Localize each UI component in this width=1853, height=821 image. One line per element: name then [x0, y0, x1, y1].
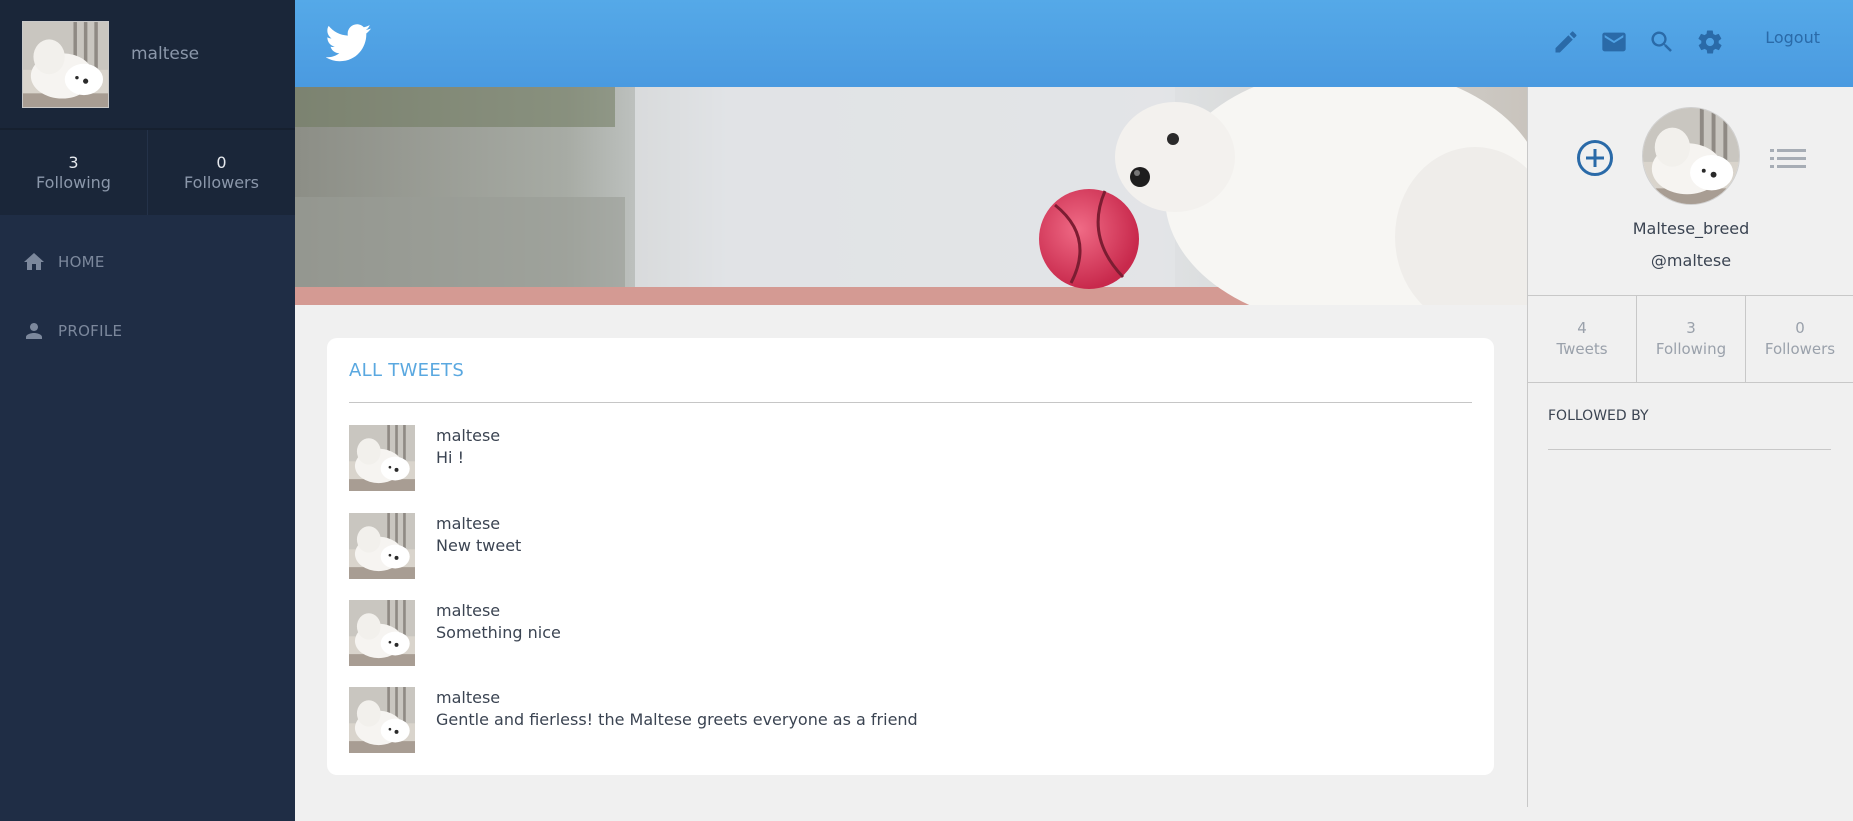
stat-count: 3 [1686, 319, 1696, 337]
tweet-username[interactable]: maltese [436, 514, 500, 533]
profile-panel: Maltese_breed @maltese 4 Tweets 3 Follow… [1527, 87, 1853, 807]
gear-icon[interactable] [1696, 28, 1724, 56]
avatar[interactable] [349, 425, 415, 491]
divider [349, 402, 1472, 403]
stat-label: Following [1655, 340, 1727, 358]
avatar[interactable] [349, 600, 415, 666]
sidebar-stat-followers[interactable]: 0 Followers [148, 130, 295, 215]
sidebar-user-card: maltese [0, 0, 295, 130]
sidebar: maltese 3 Following 0 Followers HOME PRO… [0, 0, 295, 821]
stat-label: Followers [184, 172, 259, 192]
sidebar-stats: 3 Following 0 Followers [0, 130, 295, 215]
sidebar-stat-following[interactable]: 3 Following [0, 130, 148, 215]
avatar[interactable] [349, 687, 415, 753]
tweet-text: Hi ! [436, 448, 464, 467]
profile-name: Maltese_breed [1632, 219, 1750, 238]
stat-label: Followers [1764, 340, 1836, 358]
tweet-item[interactable]: maltese New tweet [349, 513, 1449, 579]
tweet-item[interactable]: maltese Gentle and fierless! the Maltese… [349, 687, 1449, 753]
followed-by-title: FOLLOWED BY [1548, 408, 1649, 424]
search-icon[interactable] [1648, 28, 1676, 56]
profile-stat-following[interactable]: 3 Following [1637, 296, 1746, 382]
twitter-bird-icon[interactable] [326, 24, 372, 62]
mail-icon[interactable] [1600, 28, 1628, 56]
logout-link[interactable]: Logout [1765, 28, 1820, 47]
person-icon [26, 323, 42, 339]
tweets-card: ALL TWEETS maltese Hi ! maltese New twee… [327, 338, 1494, 775]
sidebar-item-label: PROFILE [58, 322, 123, 340]
avatar[interactable] [22, 20, 109, 108]
sidebar-item-home[interactable]: HOME [0, 241, 295, 283]
profile-avatar[interactable] [1642, 107, 1740, 205]
profile-stat-followers[interactable]: 0 Followers [1746, 296, 1853, 382]
tweet-item[interactable]: maltese Hi ! [349, 425, 1449, 491]
profile-banner [295, 87, 1527, 305]
profile-stats: 4 Tweets 3 Following 0 Followers [1528, 295, 1853, 383]
stat-label: Tweets [1556, 340, 1608, 358]
stat-count: 3 [68, 152, 79, 172]
home-icon [24, 253, 44, 270]
tweets-title: ALL TWEETS [349, 360, 465, 381]
stat-count: 0 [1795, 319, 1805, 337]
divider [1548, 449, 1831, 450]
tweet-item[interactable]: maltese Something nice [349, 600, 1449, 666]
tweet-username[interactable]: maltese [436, 688, 500, 707]
tweet-text: Gentle and fierless! the Maltese greets … [436, 710, 918, 729]
list-icon[interactable] [1770, 145, 1806, 173]
top-bar: Logout [295, 0, 1853, 87]
stat-count: 0 [216, 152, 227, 172]
stat-count: 4 [1577, 319, 1587, 337]
sidebar-item-label: HOME [58, 253, 105, 271]
sidebar-username: maltese [131, 44, 200, 64]
pencil-icon[interactable] [1552, 28, 1580, 56]
profile-stat-tweets[interactable]: 4 Tweets [1528, 296, 1637, 382]
sidebar-nav: HOME PROFILE [0, 215, 295, 352]
tweet-text: Something nice [436, 623, 561, 642]
profile-handle: @maltese [1650, 251, 1732, 270]
tweet-username[interactable]: maltese [436, 426, 500, 445]
sidebar-item-profile[interactable]: PROFILE [0, 310, 295, 352]
tweet-username[interactable]: maltese [436, 601, 500, 620]
tweet-text: New tweet [436, 536, 522, 555]
add-follow-icon[interactable] [1576, 139, 1614, 177]
avatar[interactable] [349, 513, 415, 579]
stat-label: Following [36, 172, 111, 192]
